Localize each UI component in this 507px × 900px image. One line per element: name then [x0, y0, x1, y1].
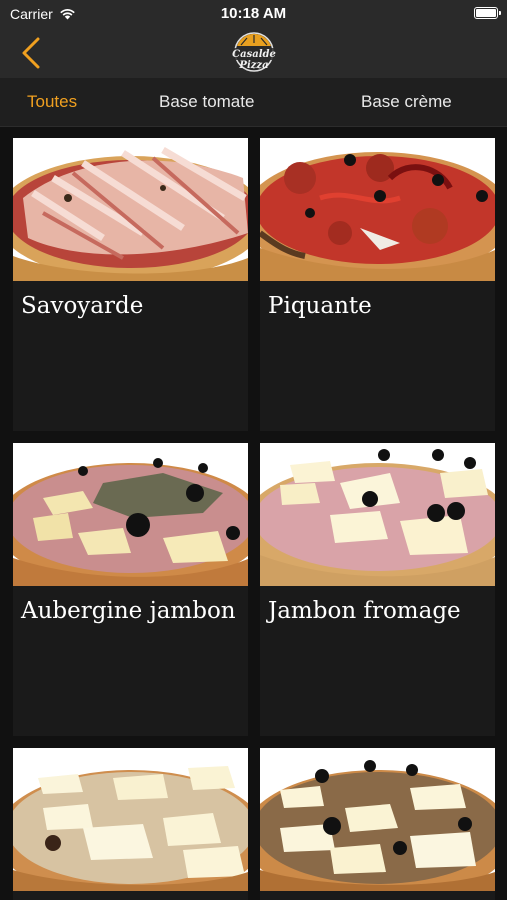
pizza-name: Jambon fromage — [268, 598, 461, 624]
tab-toutes[interactable]: Toutes — [27, 92, 77, 112]
back-button[interactable] — [14, 34, 48, 72]
pizza-card-piquante[interactable]: Piquante — [260, 138, 495, 431]
pizza-photo — [260, 443, 495, 586]
pizza-card-aubergine-jambon[interactable]: Aubergine jambon — [13, 443, 248, 736]
status-bar: Carrier 10:18 AM — [0, 0, 507, 28]
tab-base-tomate[interactable]: Base tomate — [159, 92, 254, 112]
status-time: 10:18 AM — [220, 5, 287, 22]
pizza-photo — [260, 748, 495, 891]
pizza-card-olives-fromage[interactable] — [260, 748, 495, 900]
pizza-card-savoyarde[interactable]: Savoyarde — [13, 138, 248, 431]
category-tabs: Toutes Base tomate Base crème — [0, 78, 507, 127]
brand-logo: Casalde Pizza — [221, 30, 287, 76]
pizza-name: Piquante — [268, 293, 372, 319]
logo-text: Casalde Pizza — [232, 49, 276, 71]
tab-base-creme[interactable]: Base crème — [361, 92, 452, 112]
pizza-card-jambon-fromage[interactable]: Jambon fromage — [260, 443, 495, 736]
pizza-name: Savoyarde — [21, 293, 144, 319]
battery-icon — [474, 7, 501, 19]
pizza-photo — [13, 138, 248, 281]
navigation-bar: Casalde Pizza — [0, 28, 507, 78]
pizza-card-fromage[interactable] — [13, 748, 248, 900]
pizza-photo — [13, 748, 248, 891]
chevron-left-icon — [22, 37, 40, 69]
pizza-name: Aubergine jambon — [21, 598, 236, 624]
pizza-photo — [260, 138, 495, 281]
pizza-grid: Savoyarde Piquante Aubergine jambon Jamb… — [0, 126, 507, 900]
pizza-photo — [13, 443, 248, 586]
